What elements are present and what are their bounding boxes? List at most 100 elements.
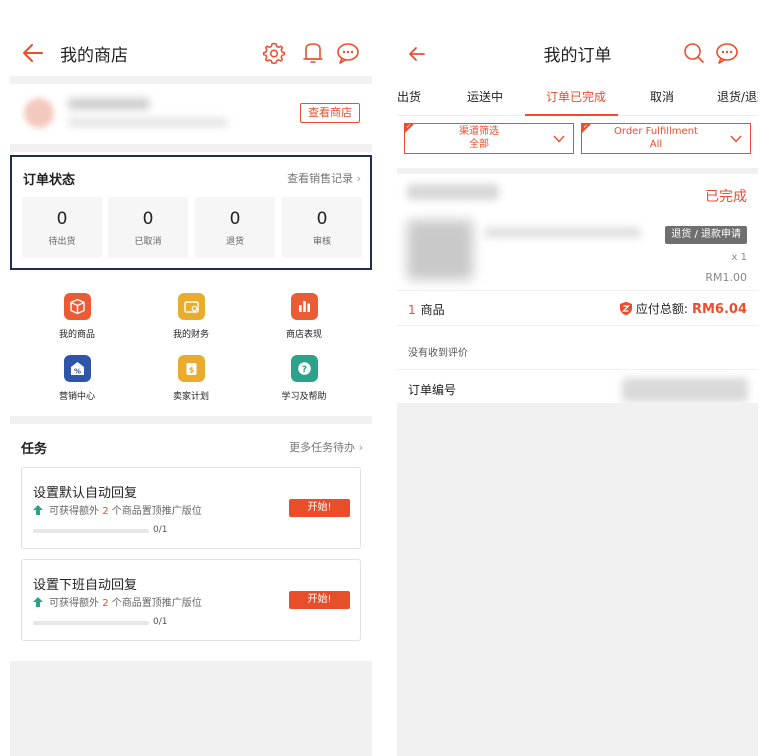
dollar-bag-icon: $ <box>177 355 205 382</box>
task-title: 设置下班自动回复 <box>33 578 138 593</box>
channel-filter-dropdown[interactable]: ✓ 渠道筛选 全部 <box>404 123 574 154</box>
sales-history-link[interactable]: 查看销售记录 › <box>287 170 361 186</box>
menu-label: 学习及帮助 <box>281 392 327 402</box>
task-progress-text: 0/1 <box>153 617 168 627</box>
chat-icon[interactable] <box>336 41 360 65</box>
section-divider <box>10 76 372 84</box>
tab-completed[interactable]: 订单已完成 <box>546 88 606 105</box>
tab-to-ship[interactable]: 待出货 <box>397 88 421 105</box>
start-task-button[interactable]: 开始! <box>289 499 350 517</box>
status-label: 待出货 <box>48 237 76 247</box>
tab-shipping[interactable]: 运送中 <box>467 88 503 105</box>
order-number-redacted <box>622 378 748 402</box>
order-summary-row: 1 商品 应付总额: RM6.04 <box>397 290 758 326</box>
settings-icon[interactable] <box>262 41 286 65</box>
bottom-blank-area <box>10 661 372 756</box>
chevron-down-icon <box>553 135 565 143</box>
order-total: 应付总额: RM6.04 <box>619 300 747 317</box>
order-status-card-return[interactable]: 0 退货 <box>195 197 275 258</box>
task-progress-bar <box>33 529 149 533</box>
status-count: 0 <box>229 209 241 229</box>
chevron-right-icon: › <box>358 441 363 454</box>
task-reward-text: 可获得额外 2 个商品置顶推广版位 <box>33 502 202 517</box>
order-status-title: 订单状态 <box>23 173 76 188</box>
task-progress-bar <box>33 621 149 625</box>
chevron-right-icon: › <box>356 172 361 185</box>
boost-arrow-icon <box>33 505 43 515</box>
menu-shop-performance[interactable]: 商店表现 <box>259 293 349 340</box>
wallet-icon <box>177 293 205 320</box>
fulfillment-filter-dropdown[interactable]: ✓ Order Fulfillment All <box>581 123 751 154</box>
task-card: 设置默认自动回复 可获得额外 2 个商品置顶推广版位 开始! 0/1 <box>21 467 361 549</box>
shop-name-redacted <box>68 98 150 110</box>
menu-marketing-centre[interactable]: % 营销中心 <box>32 355 122 402</box>
status-count: 0 <box>56 209 68 229</box>
shop-header: 我的商店 <box>10 30 372 76</box>
chevron-down-icon <box>730 135 742 143</box>
task-title: 设置默认自动回复 <box>33 486 138 501</box>
back-arrow-icon[interactable] <box>20 40 46 66</box>
status-label: 审核 <box>312 237 331 247</box>
bar-chart-icon <box>290 293 318 320</box>
menu-label: 我的商品 <box>58 330 95 340</box>
return-refund-request-badge[interactable]: 退货 / 退款申请 <box>665 226 747 244</box>
shop-avatar <box>24 98 54 128</box>
tab-return-refund[interactable]: 退货/退款 <box>717 88 758 105</box>
order-card[interactable]: 已完成 退货 / 退款申请 x 1 RM1.00 1 商品 应付总额: RM6.04… <box>397 168 758 403</box>
menu-label: 营销中心 <box>58 392 95 402</box>
product-price: RM1.00 <box>705 271 747 284</box>
status-count: 0 <box>142 209 154 229</box>
svg-text:?: ? <box>301 365 306 375</box>
box-icon <box>63 293 91 320</box>
task-reward-text: 可获得额外 2 个商品置顶推广版位 <box>33 594 202 609</box>
my-orders-screen: 我的订单 待出货 运送中 订单已完成 取消 退货/退款 ✓ 渠道筛选 全部 ✓ … <box>397 0 758 756</box>
menu-my-products[interactable]: 我的商品 <box>32 293 122 340</box>
status-label: 退货 <box>225 237 244 247</box>
menu-label: 我的财务 <box>172 330 209 340</box>
review-status-text: 没有收到评价 <box>408 348 468 359</box>
order-status-label: 已完成 <box>705 189 747 205</box>
discount-tag-icon: % <box>63 355 91 382</box>
search-icon[interactable] <box>683 42 705 64</box>
order-number-label: 订单编号 <box>408 383 457 397</box>
active-tab-indicator <box>525 114 618 116</box>
order-status-card-cancelled[interactable]: 0 已取消 <box>108 197 188 258</box>
order-status-card-to-ship[interactable]: 0 待出货 <box>22 197 102 258</box>
shield-icon <box>619 301 632 316</box>
order-status-card-review[interactable]: 0 审核 <box>282 197 362 258</box>
section-divider <box>10 416 372 424</box>
bottom-blank-area <box>397 403 758 756</box>
item-count: 1 商品 <box>408 303 445 317</box>
notification-bell-icon[interactable] <box>301 41 325 65</box>
order-status-section: 订单状态 查看销售记录 › 0 待出货 0 已取消 0 退货 0 审核 <box>10 155 372 270</box>
chat-icon[interactable] <box>715 42 739 64</box>
product-name-redacted <box>485 227 641 238</box>
menu-label: 卖家计划 <box>172 392 209 402</box>
view-shop-button[interactable]: 查看商店 <box>300 103 360 123</box>
status-label: 已取消 <box>134 237 162 247</box>
shop-info-row: 查看商店 <box>10 86 372 142</box>
boost-arrow-icon <box>33 597 43 607</box>
seller-centre-screen: 我的商店 查看商店 订单状态 查看销售记录 › 0 待出货 0 已取消 0 退货… <box>10 0 372 756</box>
tab-cancelled[interactable]: 取消 <box>650 88 674 105</box>
more-tasks-link[interactable]: 更多任务待办 › <box>289 439 363 455</box>
svg-text:$: $ <box>188 366 194 375</box>
status-count: 0 <box>316 209 328 229</box>
menu-learning-help[interactable]: ? 学习及帮助 <box>259 355 349 402</box>
svg-text:%: % <box>73 367 80 375</box>
section-divider <box>10 144 372 152</box>
page-title: 我的商店 <box>60 46 128 66</box>
start-task-button[interactable]: 开始! <box>289 591 350 609</box>
task-card: 设置下班自动回复 可获得额外 2 个商品置顶推广版位 开始! 0/1 <box>21 559 361 641</box>
shop-subtext-redacted <box>68 118 228 127</box>
tasks-title: 任务 <box>21 442 48 457</box>
product-image-redacted <box>407 220 473 280</box>
filter-label: Order Fulfillment All <box>614 126 698 150</box>
order-tabs: 待出货 运送中 订单已完成 取消 退货/退款 <box>397 80 758 116</box>
product-quantity: x 1 <box>731 252 747 263</box>
buyer-name-redacted <box>407 184 499 200</box>
menu-seller-programme[interactable]: $ 卖家计划 <box>146 355 236 402</box>
menu-label: 商店表现 <box>285 330 322 340</box>
filter-label: 渠道筛选 全部 <box>459 126 499 150</box>
menu-my-finance[interactable]: 我的财务 <box>146 293 236 340</box>
